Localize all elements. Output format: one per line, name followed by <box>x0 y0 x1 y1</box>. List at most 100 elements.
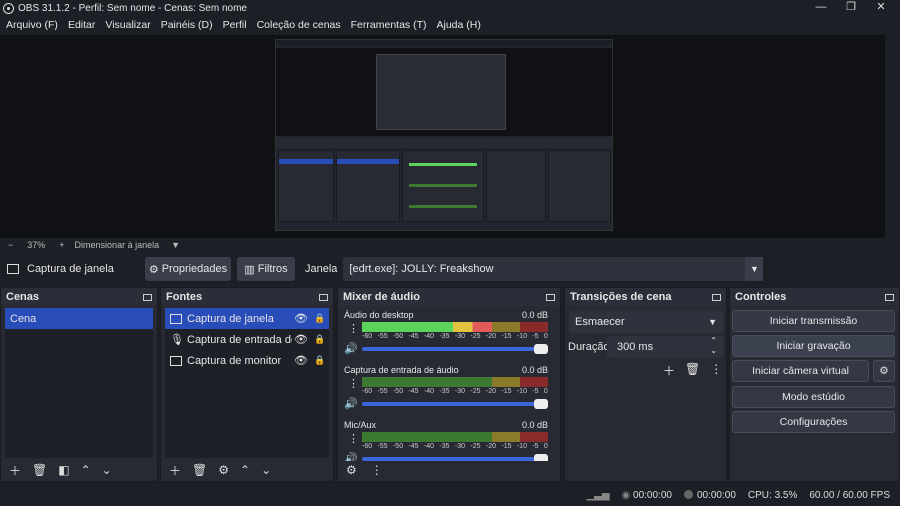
meter-tick-label: -35 <box>439 333 450 340</box>
mixer-channel: Áudio do desktop 0.0 dB ⋮ -60 -55 -50 -45 -4… <box>338 306 560 361</box>
duration-input[interactable]: 300 ms ⌃ ⌄ <box>607 336 723 358</box>
virtual-camera-settings-icon[interactable]: ⚙ <box>873 360 895 382</box>
lock-icon[interactable]: 🔒 <box>314 355 325 366</box>
maximize-button[interactable]: ❐ <box>836 0 866 16</box>
volume-meter <box>362 377 548 387</box>
transition-select[interactable]: Esmaecer ▼ <box>569 311 723 333</box>
meter-tick-label: -5 <box>532 333 539 340</box>
selected-source-name: Captura de janela <box>27 263 114 275</box>
meter-tick-label: -45 <box>408 388 419 395</box>
float-dock-icon[interactable] <box>143 293 152 301</box>
settings-button[interactable]: Configurações <box>732 411 895 433</box>
volume-meter <box>362 432 548 442</box>
meter-tick-label: -25 <box>470 333 481 340</box>
transition-menu-icon[interactable]: ⋮ <box>710 362 722 379</box>
remove-source-icon[interactable]: 🗑 <box>192 463 207 477</box>
close-button[interactable]: ✕ <box>866 0 896 16</box>
zoom-out-button[interactable]: − <box>8 240 13 250</box>
properties-label: Propriedades <box>161 263 228 275</box>
mixer-menu-icon[interactable]: ⋮ <box>371 463 383 477</box>
eye-icon[interactable]: 👁 <box>294 354 308 367</box>
start-virtual-camera-button[interactable]: Iniciar câmera virtual <box>732 360 869 382</box>
source-item[interactable]: 🎙 Captura de entrada de áudio 👁 🔒 <box>165 329 329 350</box>
menu-perfil[interactable]: Perfil <box>223 19 247 31</box>
speaker-icon[interactable]: 🔊 <box>344 452 358 461</box>
meter-tick-label: -15 <box>501 333 512 340</box>
minimize-button[interactable]: — <box>806 0 836 16</box>
channel-menu-icon[interactable]: ⋮ <box>348 432 359 445</box>
slider-handle[interactable] <box>534 454 548 461</box>
meter-tick-label: -25 <box>470 388 481 395</box>
sources-dock: Fontes Captura de janela 👁 🔒 🎙 Captura d… <box>160 287 334 482</box>
menu-ferramentas[interactable]: Ferramentas (T) <box>351 19 427 31</box>
meter-level <box>362 322 493 332</box>
stream-icon: ◉ <box>621 489 634 501</box>
float-dock-icon[interactable] <box>885 293 894 301</box>
source-item[interactable]: Captura de janela 👁 🔒 <box>165 308 329 329</box>
meter-tick-label: -60 <box>362 333 373 340</box>
menu-visualizar[interactable]: Visualizar <box>105 19 150 31</box>
volume-slider[interactable] <box>362 344 548 354</box>
microphone-icon: 🎙 <box>170 334 184 346</box>
meter-tick-label: -55 <box>377 443 388 450</box>
start-streaming-button[interactable]: Iniciar transmissão <box>732 310 895 332</box>
source-item[interactable]: Captura de monitor 👁 🔒 <box>165 350 329 371</box>
properties-button[interactable]: ⚙ Propriedades <box>145 257 231 281</box>
stepper-icon[interactable]: ⌃ ⌄ <box>710 336 717 356</box>
zoom-mode-dropdown-icon[interactable]: ▼ <box>171 240 180 250</box>
duration-label: Duração <box>568 341 610 353</box>
move-up-icon[interactable]: ⌃ <box>240 463 250 477</box>
eye-icon[interactable]: 👁 <box>294 312 308 325</box>
filters-button[interactable]: ▥ Filtros <box>237 257 295 281</box>
lock-icon[interactable]: 🔒 <box>314 334 325 345</box>
meter-tick-label: -45 <box>408 333 419 340</box>
channel-db: 0.0 dB <box>521 310 548 320</box>
move-down-icon[interactable]: ⌄ <box>102 463 112 477</box>
scene-item[interactable]: Cena <box>5 308 153 329</box>
add-source-icon[interactable]: ＋ <box>169 462 181 479</box>
zoom-mode[interactable]: Dimensionar à janela <box>75 240 160 250</box>
float-dock-icon[interactable] <box>546 293 555 301</box>
remove-scene-icon[interactable]: 🗑 <box>32 463 47 477</box>
float-dock-icon[interactable] <box>712 293 721 301</box>
menu-bar: Arquivo (F) Editar Visualizar Painéis (D… <box>0 16 900 34</box>
meter-tick-label: -5 <box>532 443 539 450</box>
speaker-icon[interactable]: 🔊 <box>344 397 358 410</box>
float-dock-icon[interactable] <box>319 293 328 301</box>
eye-icon[interactable]: 👁 <box>294 333 308 346</box>
move-up-icon[interactable]: ⌃ <box>81 463 91 477</box>
menu-colecao-cenas[interactable]: Coleção de cenas <box>257 19 341 31</box>
transitions-dock: Transições de cena Esmaecer ▼ Duração 30… <box>564 287 727 482</box>
remove-transition-icon[interactable]: 🗑 <box>685 362 700 379</box>
record-icon <box>683 490 693 500</box>
meter-tick-label: 0 <box>543 388 548 395</box>
source-properties-icon[interactable]: ⚙ <box>218 463 229 477</box>
meter-tick-label: -45 <box>408 443 419 450</box>
volume-slider[interactable] <box>362 399 548 409</box>
window-select[interactable]: [edrt.exe]: JOLLY: Freakshow ▼ <box>343 257 764 281</box>
menu-paineis[interactable]: Painéis (D) <box>161 19 213 31</box>
studio-mode-button[interactable]: Modo estúdio <box>732 386 895 408</box>
menu-ajuda[interactable]: Ajuda (H) <box>436 19 480 31</box>
move-down-icon[interactable]: ⌄ <box>261 463 271 477</box>
zoom-in-button[interactable]: + <box>59 240 64 250</box>
menu-arquivo[interactable]: Arquivo (F) <box>6 19 58 31</box>
lock-icon[interactable]: 🔒 <box>314 313 325 324</box>
slider-handle[interactable] <box>534 344 548 354</box>
meter-tick-label: -15 <box>501 388 512 395</box>
sources-title: Fontes <box>166 291 203 303</box>
add-transition-icon[interactable]: ＋ <box>663 362 675 379</box>
start-recording-button[interactable]: Iniciar gravação <box>732 335 895 357</box>
stream-time: 00:00:00 <box>633 489 672 501</box>
menu-editar[interactable]: Editar <box>68 19 95 31</box>
scene-filters-icon[interactable]: ◧ <box>58 463 69 477</box>
channel-menu-icon[interactable]: ⋮ <box>348 322 359 335</box>
advanced-audio-icon[interactable]: ⚙ <box>346 463 357 477</box>
add-scene-icon[interactable]: ＋ <box>9 462 21 479</box>
speaker-icon[interactable]: 🔊 <box>344 342 358 355</box>
transitions-title: Transições de cena <box>570 291 672 303</box>
meter-tick-label: -35 <box>439 388 450 395</box>
slider-handle[interactable] <box>534 399 548 409</box>
meter-tick-label: -30 <box>454 443 466 450</box>
channel-menu-icon[interactable]: ⋮ <box>348 377 359 390</box>
